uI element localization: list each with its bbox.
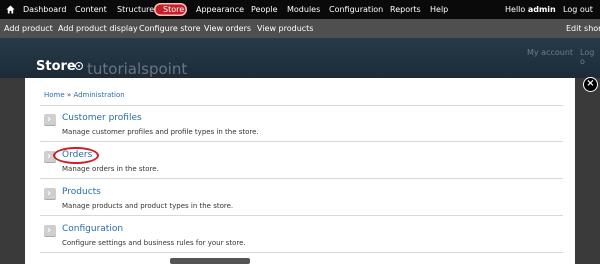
shortcut-add-product[interactable]: Add product [4, 24, 53, 33]
arrow-right-icon: › [44, 114, 56, 125]
divider [40, 215, 563, 216]
edit-shortcuts-link[interactable]: Edit short [566, 24, 600, 33]
menu-item-reports[interactable]: Reports [390, 5, 421, 14]
menu-item-dashboard[interactable]: Dashboard [23, 5, 66, 14]
admin-item-orders: › Orders Manage orders in the store. [44, 148, 564, 182]
breadcrumb-separator: » [66, 91, 72, 99]
secondary-logout-link[interactable]: Log o [580, 48, 600, 66]
admin-toolbar: Dashboard Content Structure Store Appear… [0, 0, 600, 19]
menu-item-people[interactable]: People [251, 5, 278, 14]
products-link[interactable]: Products [62, 187, 101, 197]
divider [40, 178, 563, 179]
breadcrumb-administration[interactable]: Administration [73, 91, 124, 99]
menu-item-structure[interactable]: Structure [117, 5, 154, 14]
item-description: Manage products and product types in the… [62, 202, 234, 210]
item-description: Configure settings and business rules fo… [62, 239, 246, 247]
item-description: Manage customer profiles and profile typ… [62, 128, 259, 136]
shortcut-view-orders[interactable]: View orders [204, 24, 251, 33]
item-description: Manage orders in the store. [62, 165, 159, 173]
page-title: Store [36, 59, 76, 74]
menu-item-help[interactable]: Help [430, 5, 448, 14]
divider [40, 141, 563, 142]
breadcrumb: Home » Administration [44, 91, 125, 99]
background-page-fragment [170, 258, 250, 264]
home-icon[interactable] [6, 5, 15, 14]
menu-item-appearance[interactable]: Appearance [196, 5, 244, 14]
menu-item-modules[interactable]: Modules [287, 5, 320, 14]
admin-item-products: › Products Manage products and product t… [44, 185, 564, 219]
divider [40, 105, 563, 106]
admin-item-configuration: › Configuration Configure settings and b… [44, 222, 564, 256]
breadcrumb-home[interactable]: Home [44, 91, 65, 99]
my-account-link[interactable]: My account [527, 48, 573, 57]
close-icon[interactable]: × [583, 77, 598, 92]
customer-profiles-link[interactable]: Customer profiles [62, 113, 142, 123]
menu-item-store[interactable]: Store [163, 5, 184, 14]
arrow-right-icon: › [44, 225, 56, 236]
shortcut-configure-store[interactable]: Configure store [139, 24, 201, 33]
username[interactable]: admin [528, 5, 556, 14]
configuration-link[interactable]: Configuration [62, 224, 123, 234]
admin-item-customer-profiles: › Customer profiles Manage customer prof… [44, 111, 564, 145]
divider [40, 252, 563, 253]
watermark: tutorialspoint [87, 60, 188, 78]
gear-icon[interactable] [75, 62, 83, 70]
arrow-right-icon: › [44, 188, 56, 199]
shortcut-add-product-display[interactable]: Add product display [58, 24, 138, 33]
shortcut-view-products[interactable]: View products [257, 24, 313, 33]
menu-item-content[interactable]: Content [75, 5, 107, 14]
shortcuts-bar: Add product Add product display Configur… [0, 19, 600, 38]
orders-highlight [53, 147, 99, 164]
logout-link[interactable]: Log out [563, 5, 593, 14]
menu-item-configuration[interactable]: Configuration [329, 5, 383, 14]
user-greeting: Hello admin [505, 5, 556, 14]
